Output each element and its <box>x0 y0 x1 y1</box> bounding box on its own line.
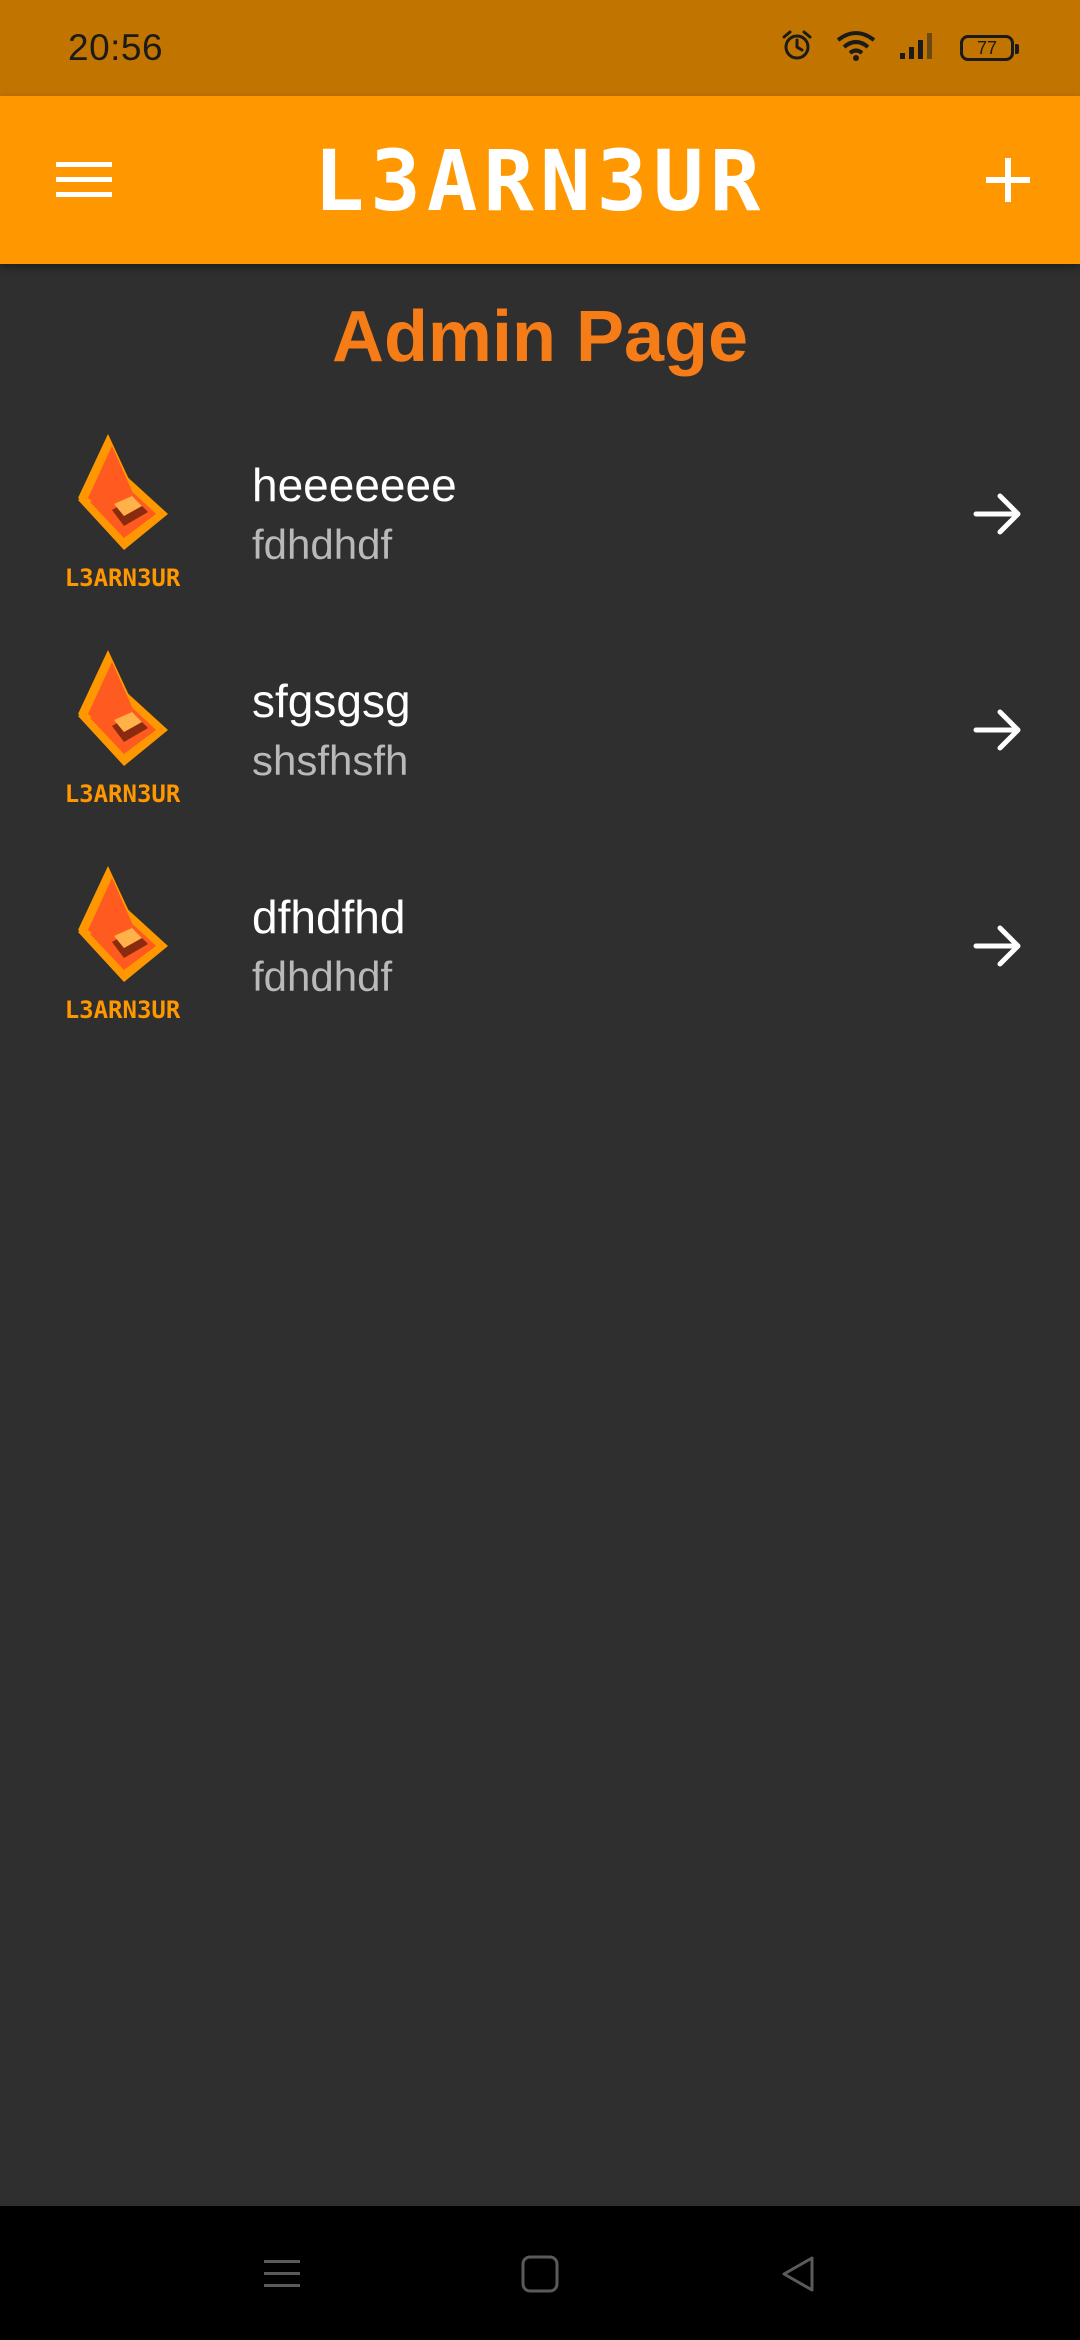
battery-level: 77 <box>976 38 998 58</box>
list-item[interactable]: L3ARN3UR sfgsgsg shsfhsfh <box>0 626 1080 842</box>
course-logo: L3ARN3UR <box>50 430 195 594</box>
item-title: dfhdfhd <box>252 891 406 943</box>
list-item[interactable]: L3ARN3UR dfhdfhd fdhdhdf <box>0 842 1080 1058</box>
recent-apps-icon <box>264 2260 300 2287</box>
logo-text: L3ARN3UR <box>64 996 181 1024</box>
arrow-right-icon <box>973 493 1021 535</box>
arrow-right-icon <box>973 925 1021 967</box>
app-bar: L3ARN3UR <box>0 96 1080 264</box>
alarm-icon <box>780 29 814 68</box>
home-icon <box>521 2255 559 2293</box>
status-icons: 77 <box>780 28 1019 68</box>
home-button[interactable] <box>512 2246 568 2302</box>
wifi-icon <box>836 30 876 67</box>
logo-text: L3ARN3UR <box>64 780 181 808</box>
arrow-right-icon <box>973 709 1021 751</box>
item-subtitle: fdhdhdf <box>252 521 393 568</box>
course-logo: L3ARN3UR <box>50 646 195 810</box>
open-item-button[interactable] <box>966 482 1030 546</box>
open-item-button[interactable] <box>966 914 1030 978</box>
system-nav-bar <box>0 2206 1080 2340</box>
battery-icon: 77 <box>960 35 1019 61</box>
hamburger-menu-icon <box>56 162 112 197</box>
back-icon <box>782 2256 814 2292</box>
add-button[interactable] <box>976 148 1040 212</box>
item-title: heeeeeee <box>252 459 457 511</box>
recent-apps-button[interactable] <box>254 2246 310 2302</box>
item-subtitle: fdhdhdf <box>252 953 393 1000</box>
course-logo: L3ARN3UR <box>50 862 195 1026</box>
back-button[interactable] <box>770 2246 826 2302</box>
item-title: sfgsgsg <box>252 675 411 727</box>
plus-icon <box>986 158 1030 202</box>
list-item[interactable]: L3ARN3UR heeeeeee fdhdhdf <box>0 410 1080 626</box>
status-time: 20:56 <box>68 27 164 68</box>
logo-text: L3ARN3UR <box>64 564 181 592</box>
page-title: Admin Page <box>331 297 749 377</box>
menu-button[interactable] <box>48 150 120 210</box>
status-bar: 20:56 77 <box>0 0 1080 96</box>
item-subtitle: shsfhsfh <box>252 737 409 784</box>
brand-logo: L3ARN3UR <box>313 132 767 230</box>
signal-icon <box>898 31 938 66</box>
open-item-button[interactable] <box>966 698 1030 762</box>
